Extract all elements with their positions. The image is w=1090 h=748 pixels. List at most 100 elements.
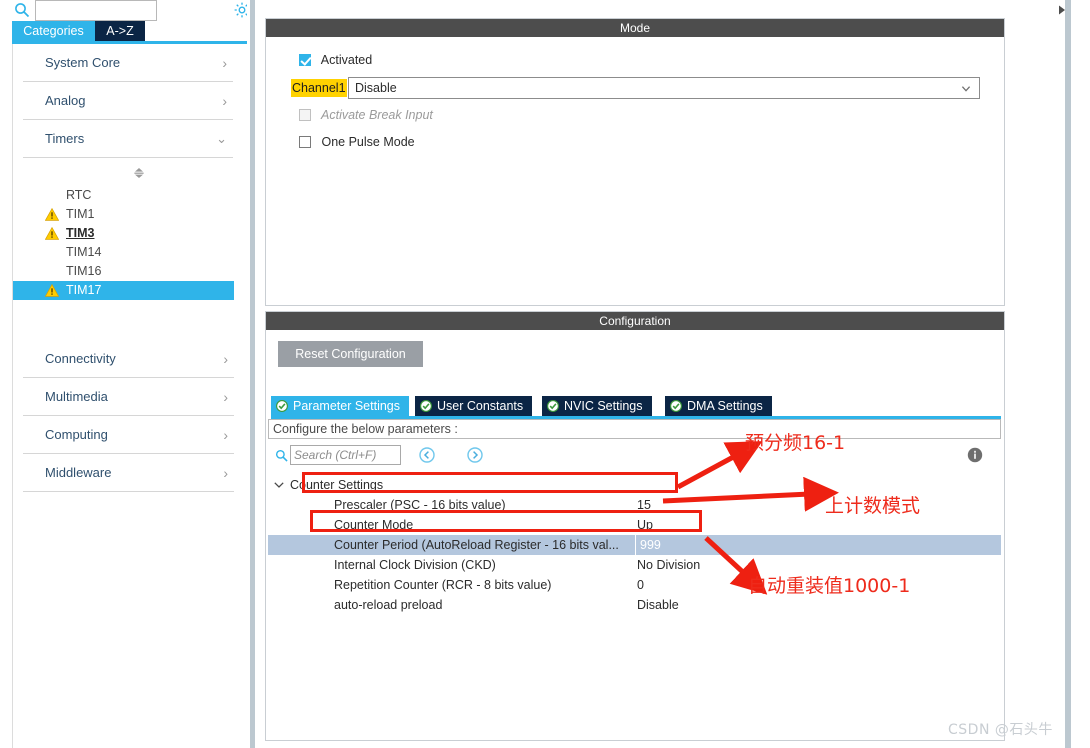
check-circle-icon [276, 400, 288, 412]
previous-match-icon[interactable] [419, 447, 435, 463]
tab-label: NVIC Settings [564, 399, 643, 413]
mode-panel: Mode Activated Channel1 Disable Activate… [265, 18, 1005, 306]
search-icon[interactable] [14, 2, 30, 18]
parameter-name: Repetition Counter (RCR - 8 bits value) [334, 578, 552, 592]
channel1-select[interactable]: Disable [348, 77, 980, 99]
parameter-search-row: Search (Ctrl+F) [268, 445, 1001, 467]
sidebar-category-analog[interactable]: Analog › [23, 82, 233, 120]
sidebar-category-computing[interactable]: Computing › [23, 416, 234, 454]
table-row[interactable]: auto-reload preload Disable [268, 595, 1001, 615]
sidebar-category-label: System Core [45, 55, 121, 70]
annotation-box-prescaler [302, 472, 678, 493]
timer-item-tim14[interactable]: TIM14 [13, 243, 244, 262]
parameter-value[interactable]: Disable [637, 595, 679, 615]
parameter-value[interactable]: 999 [635, 535, 661, 555]
sidebar-category-multimedia[interactable]: Multimedia › [23, 378, 234, 416]
tab-label: Parameter Settings [293, 399, 400, 413]
resize-handle-icon[interactable] [132, 166, 146, 180]
sidebar-category-connectivity[interactable]: Connectivity › [23, 340, 234, 378]
search-icon[interactable] [275, 449, 288, 462]
check-circle-icon [547, 400, 559, 412]
timer-label: TIM1 [66, 207, 95, 221]
sidebar-scrollbar-thumb[interactable] [250, 0, 255, 748]
warning-icon [45, 227, 59, 240]
annotation-auto-reload: 自动重装值1000-1 [748, 575, 911, 597]
timer-label: TIM14 [66, 245, 102, 259]
timer-label: TIM16 [66, 264, 102, 278]
activated-label: Activated [320, 53, 373, 67]
sidebar-category-label: Middleware [45, 465, 112, 480]
parameter-name: Counter Period (AutoReload Register - 16… [334, 538, 619, 552]
content-area: Mode Activated Channel1 Disable Activate… [262, 0, 1090, 748]
tab-dma-settings[interactable]: DMA Settings [665, 396, 772, 416]
next-match-icon[interactable] [467, 447, 483, 463]
tab-label: User Constants [437, 399, 524, 413]
timer-item-tim17[interactable]: TIM17 [13, 281, 234, 300]
channel1-label: Channel1 [291, 79, 347, 97]
parameter-value[interactable]: No Division [637, 555, 700, 575]
timer-item-rtc[interactable]: RTC [13, 186, 244, 205]
sidebar-search-row [0, 0, 255, 21]
mode-panel-body: Activated Channel1 Disable Activate Brea… [266, 37, 1004, 305]
watermark: CSDN @石头牛 [948, 722, 1053, 738]
scroll-right-arrow-icon[interactable] [1058, 5, 1066, 15]
parameter-name: Internal Clock Division (CKD) [334, 558, 496, 572]
chevron-right-icon: › [223, 389, 228, 405]
reset-configuration-button[interactable]: Reset Configuration [278, 341, 423, 367]
timer-item-tim16[interactable]: TIM16 [13, 262, 244, 281]
activated-checkbox[interactable] [299, 54, 311, 66]
sidebar-body: System Core › Analog › Timers ⌄ RTC TIM1… [12, 44, 243, 748]
timer-item-tim3[interactable]: TIM3 [13, 224, 244, 243]
chevron-right-icon: › [223, 465, 228, 481]
sidebar-category-label: Timers [45, 131, 85, 146]
sidebar-category-timers[interactable]: Timers ⌄ [23, 120, 233, 158]
configuration-panel-header: Configuration [266, 312, 1004, 330]
sidebar-tab-categories[interactable]: Categories [12, 21, 95, 41]
parameter-search-input[interactable]: Search (Ctrl+F) [290, 445, 401, 465]
annotation-prescaler: 预分频16-1 [745, 432, 846, 454]
table-row[interactable]: Counter Period (AutoReload Register - 16… [268, 535, 1001, 555]
chevron-down-icon[interactable] [274, 482, 284, 488]
chevron-right-icon: › [222, 55, 227, 71]
sidebar-category-label: Connectivity [45, 351, 116, 366]
tab-nvic-settings[interactable]: NVIC Settings [542, 396, 652, 416]
timer-list: RTC TIM1 TIM3 TIM14 TIM16 TIM17 [13, 186, 244, 300]
one-pulse-mode-row[interactable]: One Pulse Mode [299, 135, 415, 149]
activated-checkbox-row[interactable]: Activated [299, 53, 372, 67]
content-scrollbar-thumb[interactable] [1065, 0, 1071, 748]
timer-item-tim1[interactable]: TIM1 [13, 205, 244, 224]
sidebar-tabs: Categories A->Z [0, 21, 255, 41]
activate-break-input-row: Activate Break Input [299, 108, 433, 122]
timer-label: RTC [66, 188, 92, 202]
check-circle-icon [420, 400, 432, 412]
info-icon[interactable] [967, 447, 983, 463]
annotation-box-counter-period [310, 510, 702, 532]
warning-icon [45, 284, 59, 297]
chevron-right-icon: › [222, 93, 227, 109]
mode-panel-header: Mode [266, 19, 1004, 37]
channel1-value: Disable [355, 81, 397, 95]
annotation-counter-mode: 上计数模式 [825, 495, 921, 517]
configuration-description: Configure the below parameters : [268, 419, 1001, 439]
parameter-value[interactable]: 0 [637, 575, 644, 595]
sidebar-category-label: Analog [45, 93, 86, 108]
sidebar: Categories A->Z System Core › Analog › T… [0, 0, 255, 748]
channel1-row: Channel1 Disable [291, 77, 981, 99]
sidebar-tab-az[interactable]: A->Z [95, 21, 145, 41]
configuration-panel-body: Reset Configuration Parameter Settings U… [266, 330, 1004, 740]
tab-user-constants[interactable]: User Constants [415, 396, 533, 416]
sidebar-category-middleware[interactable]: Middleware › [23, 454, 234, 492]
sidebar-category-label: Multimedia [45, 389, 108, 404]
sidebar-category-system-core[interactable]: System Core › [23, 44, 233, 82]
one-pulse-mode-checkbox[interactable] [299, 136, 311, 148]
activate-break-input-label: Activate Break Input [321, 108, 433, 122]
chevron-down-icon[interactable] [961, 86, 971, 92]
tab-parameter-settings[interactable]: Parameter Settings [271, 396, 409, 416]
one-pulse-mode-label: One Pulse Mode [321, 135, 415, 149]
parameter-name: auto-reload preload [334, 598, 443, 612]
configuration-tabstrip: Parameter Settings User Constants NVIC S… [271, 396, 1001, 416]
chevron-right-icon: › [223, 427, 228, 443]
tab-label: DMA Settings [687, 399, 763, 413]
timer-label: TIM3 [66, 226, 95, 240]
sidebar-search-input[interactable] [35, 0, 157, 21]
